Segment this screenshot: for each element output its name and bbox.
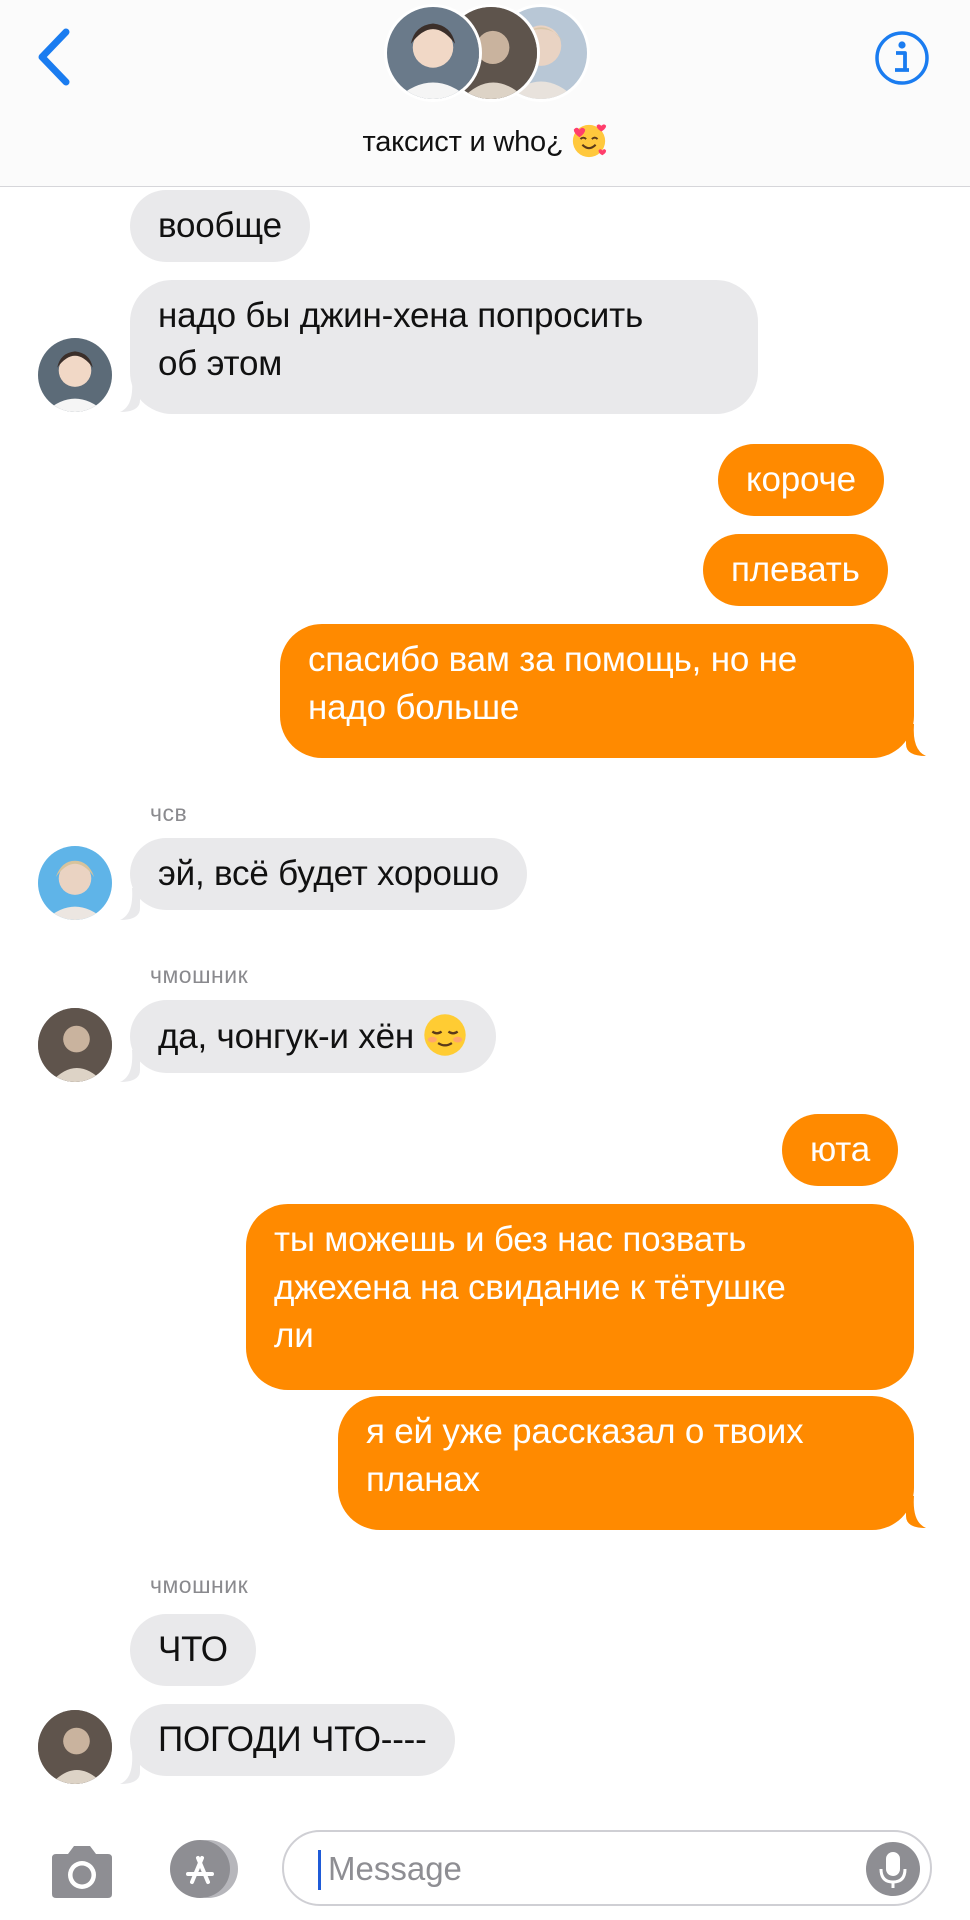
message-bubble-incoming[interactable]: ЧТО [130, 1614, 256, 1686]
avatar[interactable] [38, 1008, 112, 1082]
microphone-icon [879, 1852, 907, 1888]
message-bubble-outgoing[interactable]: я ей уже рассказал о твоих планах [338, 1396, 914, 1530]
message-bubble-outgoing[interactable]: спасибо вам за помощь, но не надо больше [280, 624, 914, 758]
info-button[interactable] [874, 30, 930, 86]
app-store-icon [170, 1840, 238, 1898]
member-avatar-1 [384, 4, 482, 102]
message-bubble-outgoing[interactable]: плевать [703, 534, 888, 606]
mic-button[interactable] [866, 1842, 920, 1896]
chevron-left-icon [38, 28, 70, 86]
avatar[interactable] [38, 846, 112, 920]
message-text: да, чонгук-и хён [158, 1017, 414, 1056]
bubble-tail [120, 380, 140, 412]
message-input[interactable] [326, 1832, 830, 1906]
sender-name: чсв [150, 800, 188, 826]
message-bubble-outgoing[interactable]: ты можешь и без нас позвать джехена на с… [246, 1204, 914, 1390]
bubble-tail [120, 1752, 140, 1784]
message-bubble-incoming[interactable]: ПОГОДИ ЧТО---- [130, 1704, 455, 1776]
camera-button[interactable] [48, 1842, 116, 1900]
group-title[interactable]: таксист и who¿ [0, 122, 970, 160]
avatar[interactable] [38, 1710, 112, 1784]
bubble-tail [906, 1496, 926, 1528]
message-bubble-incoming[interactable]: вообще [130, 190, 310, 262]
chat-header: таксист и who¿ [0, 0, 970, 187]
message-bubble-incoming[interactable]: да, чонгук-и хён [130, 1000, 496, 1073]
sender-name: чмошник [150, 962, 249, 988]
app-store-button[interactable] [162, 1838, 244, 1900]
message-field[interactable] [282, 1830, 932, 1906]
group-avatar-stack[interactable] [384, 4, 594, 108]
avatar[interactable] [38, 338, 112, 412]
text-cursor [318, 1850, 321, 1890]
back-button[interactable] [30, 26, 78, 88]
sender-name: чмошник [150, 1572, 249, 1598]
bubble-tail [906, 724, 926, 756]
message-bubble-incoming[interactable]: эй, всё будет хорошо [130, 838, 527, 910]
message-bubble-outgoing[interactable]: короче [718, 444, 884, 516]
message-bubble-incoming[interactable]: надо бы джин-хена попросить об этом [130, 280, 758, 414]
camera-icon [52, 1846, 112, 1898]
input-bar [0, 1800, 970, 1920]
message-bubble-outgoing[interactable]: юта [782, 1114, 898, 1186]
bubble-tail [120, 1050, 140, 1082]
bubble-tail [120, 888, 140, 920]
smiling-face-with-hearts-icon [572, 124, 606, 158]
group-name: таксист и who¿ [362, 126, 564, 158]
info-icon [875, 31, 929, 85]
relieved-face-icon [424, 1014, 466, 1056]
